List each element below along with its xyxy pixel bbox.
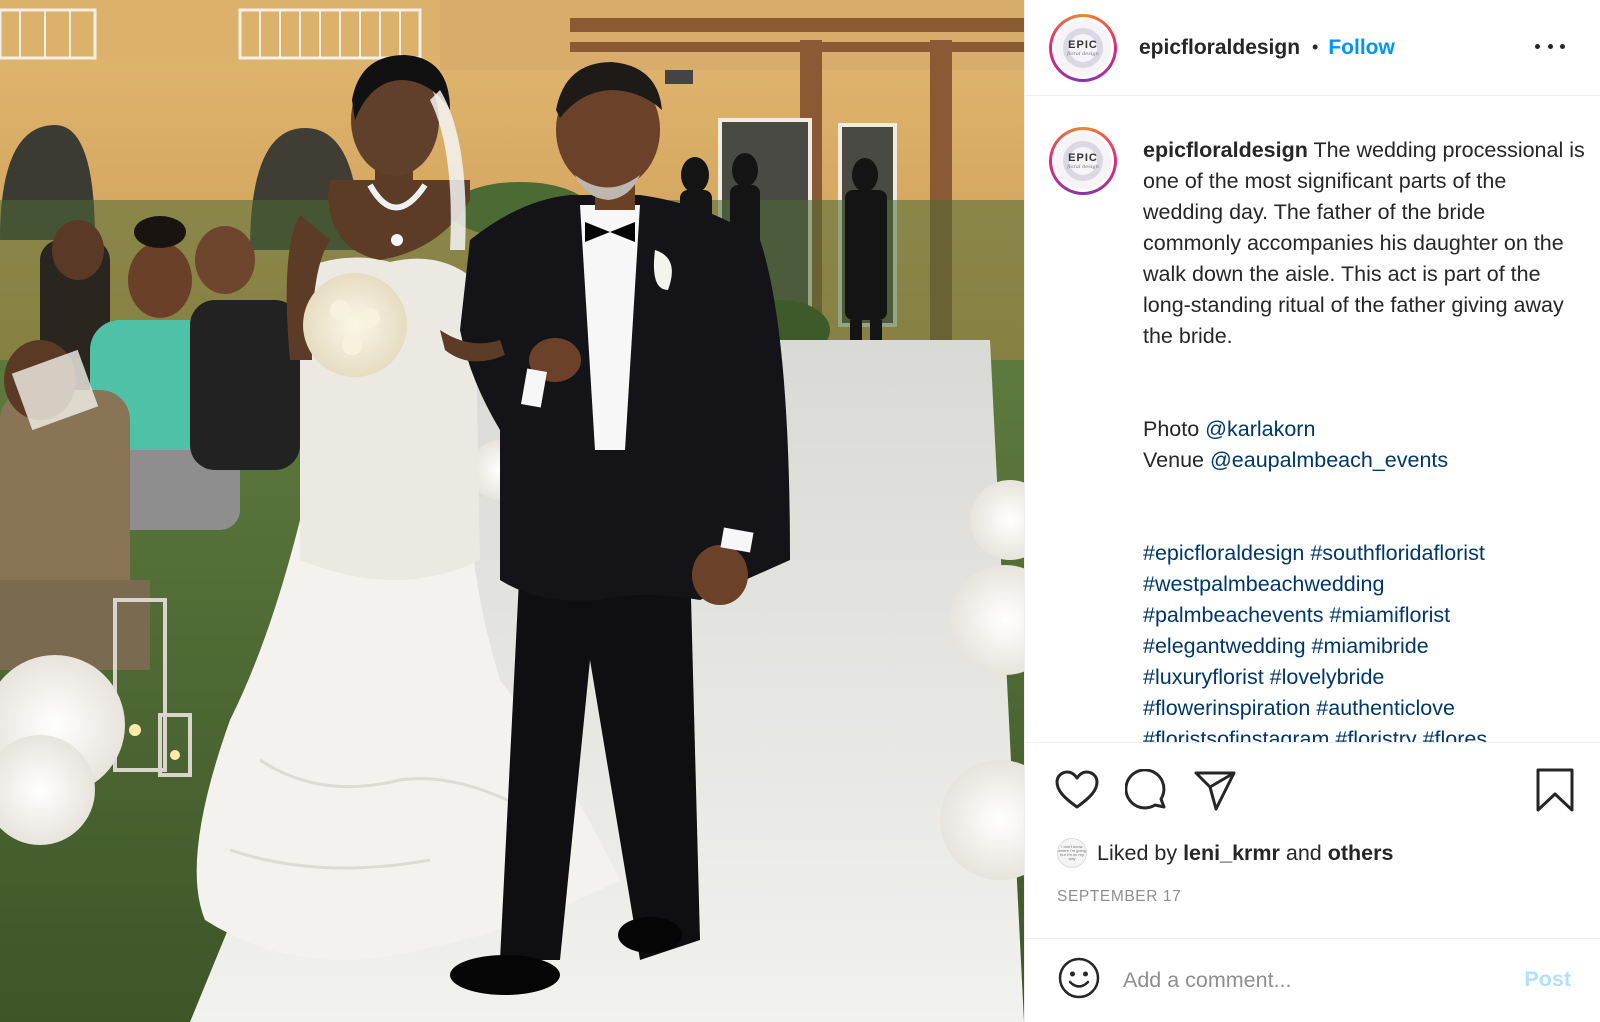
liker-username-link[interactable]: leni_krmr bbox=[1183, 841, 1280, 866]
avatar-logo-subtitle: floral design bbox=[1067, 50, 1099, 57]
avatar-logo-text: EPIC bbox=[1068, 152, 1098, 164]
heart-icon[interactable] bbox=[1055, 770, 1099, 810]
post-comment-button[interactable]: Post bbox=[1524, 967, 1571, 992]
venue-label: Venue bbox=[1143, 448, 1210, 472]
post-photo[interactable] bbox=[0, 0, 1024, 1022]
caption-body: The wedding processional is one of the m… bbox=[1143, 138, 1591, 348]
hashtag-line[interactable]: #elegantwedding #miamibride bbox=[1143, 634, 1429, 658]
post-header: EPIC floral design epicfloraldesign • Fo… bbox=[1025, 0, 1600, 96]
avatar-logo-text: EPIC bbox=[1068, 38, 1098, 51]
post-date[interactable]: SEPTEMBER 17 bbox=[1057, 888, 1181, 906]
paper-plane-icon[interactable] bbox=[1193, 770, 1237, 812]
photo-credit-link[interactable]: @karlakorn bbox=[1205, 417, 1315, 441]
hashtag-line[interactable]: #flowerinspiration #authenticlove bbox=[1143, 696, 1455, 720]
caption-username-link[interactable]: epicfloraldesign bbox=[1143, 138, 1308, 162]
bookmark-icon[interactable] bbox=[1535, 767, 1575, 813]
wedding-photo-illustration bbox=[0, 0, 1024, 1022]
likes-summary: i don't know where i'm going but i'm on … bbox=[1057, 838, 1393, 868]
photo-credit-label: Photo bbox=[1143, 417, 1206, 441]
hashtag-line[interactable]: #epicfloraldesign #southfloridaflorist bbox=[1143, 541, 1485, 565]
avatar-logo-subtitle: floral design bbox=[1067, 164, 1099, 170]
liker-avatar[interactable]: i don't know where i'm going but i'm on … bbox=[1057, 838, 1087, 868]
header-username-link[interactable]: epicfloraldesign bbox=[1139, 36, 1300, 60]
hashtag-line[interactable]: #floristsofinstagram #floristry #flores bbox=[1143, 727, 1487, 742]
comment-input[interactable] bbox=[1123, 968, 1503, 993]
instagram-post-window: EPIC floral design epicfloraldesign • Fo… bbox=[0, 0, 1600, 1022]
hashtag-line[interactable]: #luxuryflorist #lovelybride bbox=[1143, 665, 1384, 689]
likes-middle: and bbox=[1279, 840, 1328, 865]
post-side-panel: EPIC floral design epicfloraldesign • Fo… bbox=[1024, 0, 1600, 1022]
actions-divider bbox=[1025, 742, 1600, 743]
more-options-icon[interactable] bbox=[1535, 34, 1565, 58]
caption-section: EPIC floral design epicfloraldesign The … bbox=[1025, 97, 1600, 742]
hashtag-line[interactable]: #westpalmbeachwedding bbox=[1143, 572, 1384, 596]
emoji-icon[interactable] bbox=[1057, 956, 1101, 1005]
hashtag-line[interactable]: #palmbeachevents #miamiflorist bbox=[1143, 603, 1450, 627]
comment-bar: Post bbox=[1025, 938, 1600, 1022]
likes-others-link[interactable]: others bbox=[1328, 841, 1394, 866]
comment-bubble-icon[interactable] bbox=[1125, 769, 1169, 813]
caption-avatar[interactable]: EPIC floral design bbox=[1049, 127, 1117, 195]
caption-text: epicfloraldesign The wedding processiona… bbox=[1143, 135, 1588, 742]
profile-avatar[interactable]: EPIC floral design bbox=[1049, 13, 1117, 82]
venue-link[interactable]: @eaupalmbeach_events bbox=[1210, 448, 1448, 472]
likes-prefix: Liked by bbox=[1097, 840, 1178, 865]
header-separator: • bbox=[1312, 37, 1319, 57]
follow-button[interactable]: Follow bbox=[1328, 36, 1395, 60]
